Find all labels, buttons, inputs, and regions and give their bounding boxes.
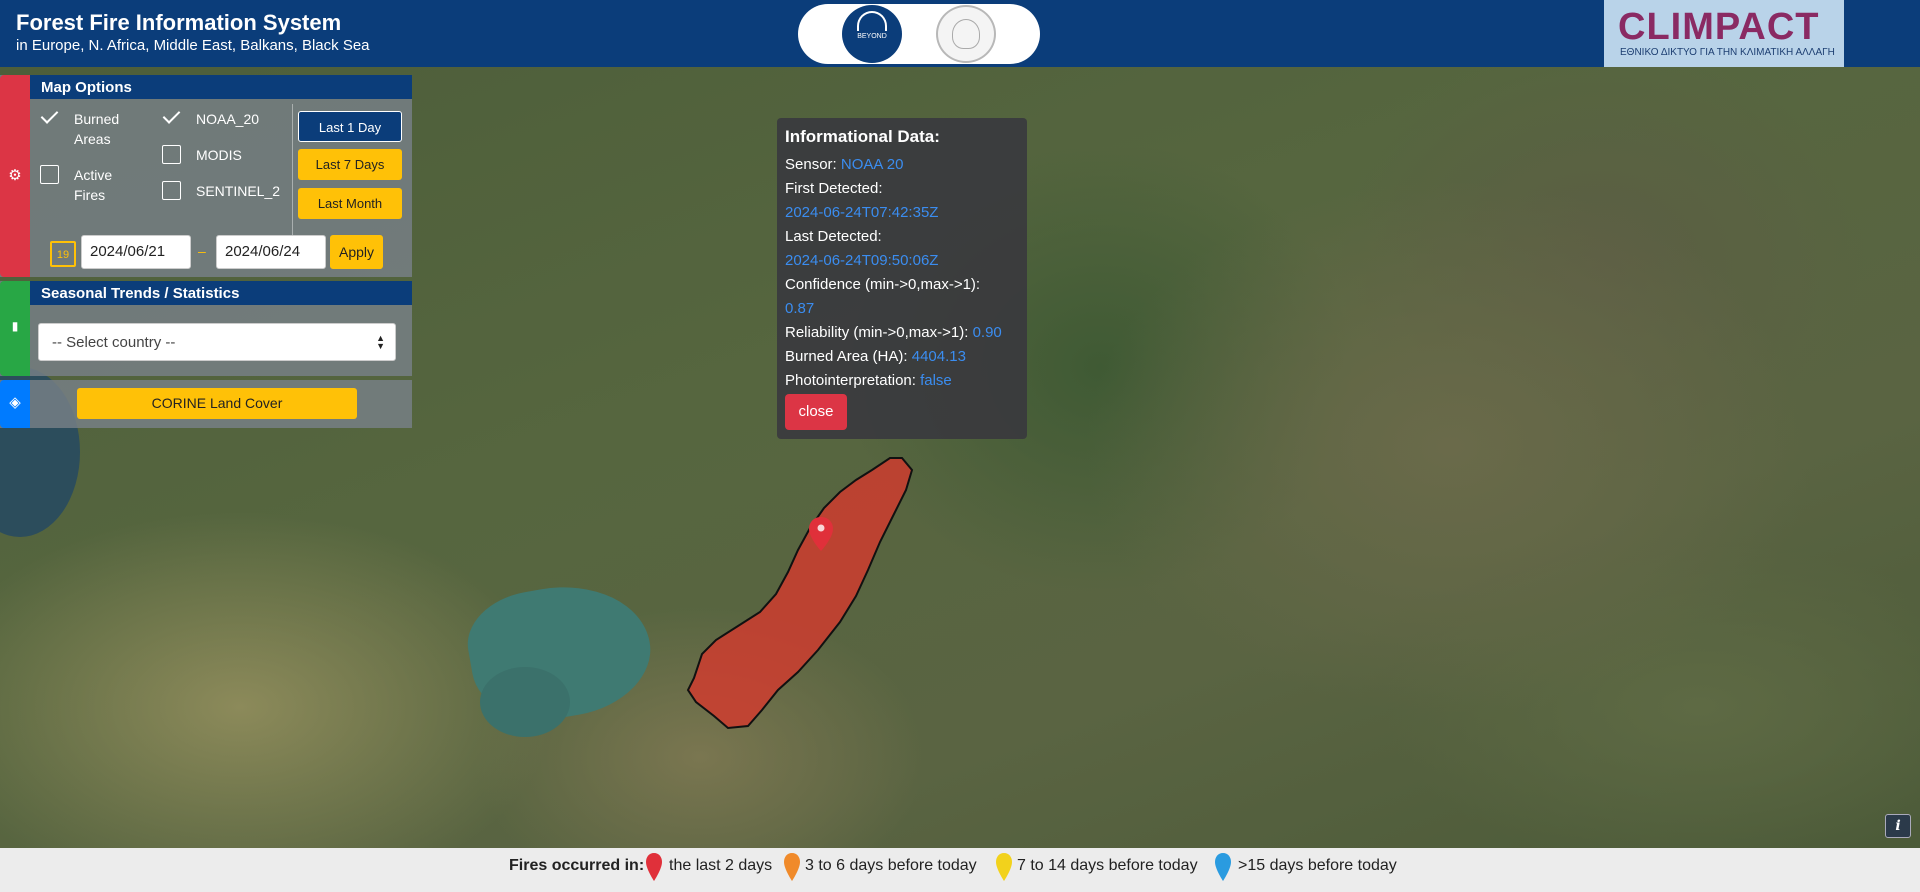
app-header: Forest Fire Information System in Europe…: [0, 0, 1920, 67]
reliability-value: 0.90: [972, 324, 1002, 341]
select-arrows-icon: ▲ ▼: [376, 333, 385, 351]
confidence-value: 0.87: [785, 300, 815, 317]
first-detected-value: 2024-06-24T07:42:35Z: [785, 204, 939, 221]
bar-chart-icon: ▮: [11, 319, 19, 333]
partner-logos: BEYOND: [798, 4, 1040, 64]
fire-marker-icon[interactable]: [808, 516, 834, 552]
noaa20-check[interactable]: [162, 107, 181, 126]
legend-item-last-2-days: the last 2 days: [669, 857, 773, 874]
sensor-value: NOAA 20: [840, 156, 904, 173]
burned-area-polygon[interactable]: [686, 390, 934, 730]
gear-icon: ⚙: [8, 167, 22, 184]
seasonal-trends-title: Seasonal Trends / Statistics: [30, 281, 412, 305]
active-fires-check[interactable]: [40, 165, 59, 184]
blue-marker-icon: [1215, 853, 1231, 881]
last-detected-label: Last Detected:: [785, 228, 882, 245]
apply-button[interactable]: Apply: [330, 235, 383, 269]
yellow-marker-icon: [996, 853, 1012, 881]
layers-panel: ◈ CORINE Land Cover: [0, 380, 412, 428]
sensor-row: Sensor: NOAA 20: [785, 156, 904, 173]
info-popup: Informational Data: Sensor: NOAA 20 Firs…: [777, 118, 1027, 439]
app-subtitle: in Europe, N. Africa, Middle East, Balka…: [16, 37, 370, 54]
last-month-button[interactable]: Last Month: [298, 188, 402, 219]
orange-marker-icon: [784, 853, 800, 881]
sentinel2-label: SENTINEL_2: [196, 183, 281, 199]
photointerpretation-row: Photointerpretation: false: [785, 372, 952, 389]
map-options-tab[interactable]: ⚙: [0, 75, 30, 277]
legend-item-3-to-6-days: 3 to 6 days before today: [805, 857, 977, 874]
climpact-logo-subtitle: ΕΘΝΙΚΟ ΔΙΚΤΥΟ ΓΙΑ ΤΗΝ ΚΛΙΜΑΤΙΚΗ ΑΛΛΑΓΗ: [1620, 47, 1835, 58]
last-1-day-button[interactable]: Last 1 Day: [298, 111, 402, 142]
legend-title: Fires occurred in:: [509, 857, 645, 874]
legend-item-7-to-14-days: 7 to 14 days before today: [1017, 857, 1198, 874]
calendar-icon[interactable]: 19: [50, 241, 76, 267]
date-to-input[interactable]: 2024/06/24: [216, 235, 326, 269]
layers-tab[interactable]: ◈: [0, 380, 30, 428]
last-7-days-button[interactable]: Last 7 Days: [298, 149, 402, 180]
last-detected-value: 2024-06-24T09:50:06Z: [785, 252, 939, 269]
lake-area-south: [480, 667, 570, 737]
date-range-separator: –: [198, 243, 206, 259]
confidence-label: Confidence (min->0,max->1):: [785, 276, 981, 293]
layers-icon: ◈: [9, 394, 21, 411]
close-button[interactable]: close: [785, 394, 847, 430]
beyond-logo[interactable]: BEYOND: [842, 5, 902, 63]
photointerpretation-value: false: [920, 372, 952, 389]
modis-label: MODIS: [196, 147, 242, 163]
burned-area-row: Burned Area (HA): 4404.13: [785, 348, 966, 365]
climpact-logo[interactable]: CLIMPACT ΕΘΝΙΚΟ ΔΙΚΤΥΟ ΓΙΑ ΤΗΝ ΚΛΙΜΑΤΙΚΗ…: [1604, 0, 1844, 67]
seasonal-trends-tab[interactable]: ▮: [0, 281, 30, 376]
map-options-panel: ⚙ Map Options Burned Areas Active Fires …: [0, 75, 412, 277]
options-divider: [292, 104, 293, 244]
app-title: Forest Fire Information System: [16, 10, 342, 35]
map-options-title: Map Options: [30, 75, 412, 99]
burned-area-value: 4404.13: [911, 348, 966, 365]
first-detected-label: First Detected:: [785, 180, 883, 197]
popup-title: Informational Data:: [785, 127, 940, 146]
corine-land-cover-button[interactable]: CORINE Land Cover: [77, 388, 357, 419]
active-fires-label: Active Fires: [74, 167, 113, 203]
observatory-seal-logo[interactable]: [936, 5, 996, 63]
burned-areas-label: Burned Areas: [74, 111, 120, 147]
date-from-input[interactable]: 2024/06/21: [81, 235, 191, 269]
legend-item-over-15-days: >15 days before today: [1238, 857, 1397, 874]
seasonal-trends-panel: ▮ Seasonal Trends / Statistics -- Select…: [0, 281, 412, 376]
sentinel2-check[interactable]: [162, 181, 181, 200]
modis-check[interactable]: [162, 145, 181, 164]
reliability-row: Reliability (min->0,max->1): 0.90: [785, 324, 1002, 341]
info-button[interactable]: i: [1885, 814, 1911, 838]
burned-areas-check[interactable]: [40, 107, 59, 126]
noaa20-label: NOAA_20: [196, 111, 260, 127]
climpact-logo-text: CLIMPACT: [1618, 6, 1820, 48]
fire-legend: Fires occurred in: the last 2 days 3 to …: [0, 848, 1920, 892]
country-select[interactable]: -- Select country -- ▲ ▼: [38, 323, 396, 361]
red-marker-icon: [646, 853, 662, 881]
